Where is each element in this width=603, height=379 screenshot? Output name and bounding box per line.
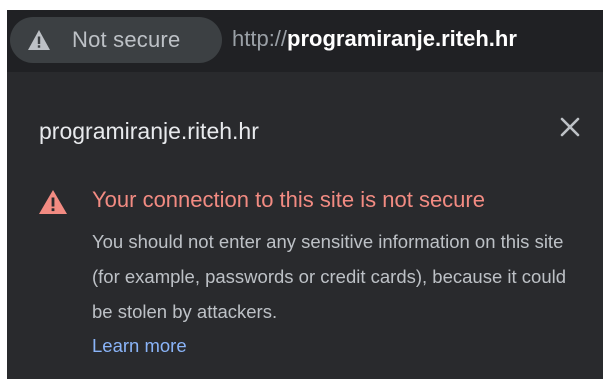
security-chip[interactable]: Not secure (10, 17, 222, 63)
warning-description: You should not enter any sensitive infor… (92, 231, 567, 322)
url-host: programiranje.riteh.hr (287, 26, 517, 51)
close-icon[interactable] (557, 114, 583, 140)
browser-frame: Not secure http://programiranje.riteh.hr… (7, 10, 603, 379)
omnibox: Not secure http://programiranje.riteh.hr (7, 10, 603, 72)
warning-title: Your connection to this site is not secu… (92, 187, 485, 212)
warning-triangle-icon (28, 30, 50, 50)
url-display[interactable]: http://programiranje.riteh.hr (232, 26, 517, 52)
security-chip-label: Not secure (72, 27, 181, 52)
warning-triangle-icon (39, 190, 67, 214)
url-scheme: http:// (232, 26, 288, 51)
learn-more-link[interactable]: Learn more (92, 335, 187, 357)
popup-site-title: programiranje.riteh.hr (39, 118, 259, 144)
site-info-popup: programiranje.riteh.hr Your connection t… (7, 72, 603, 379)
